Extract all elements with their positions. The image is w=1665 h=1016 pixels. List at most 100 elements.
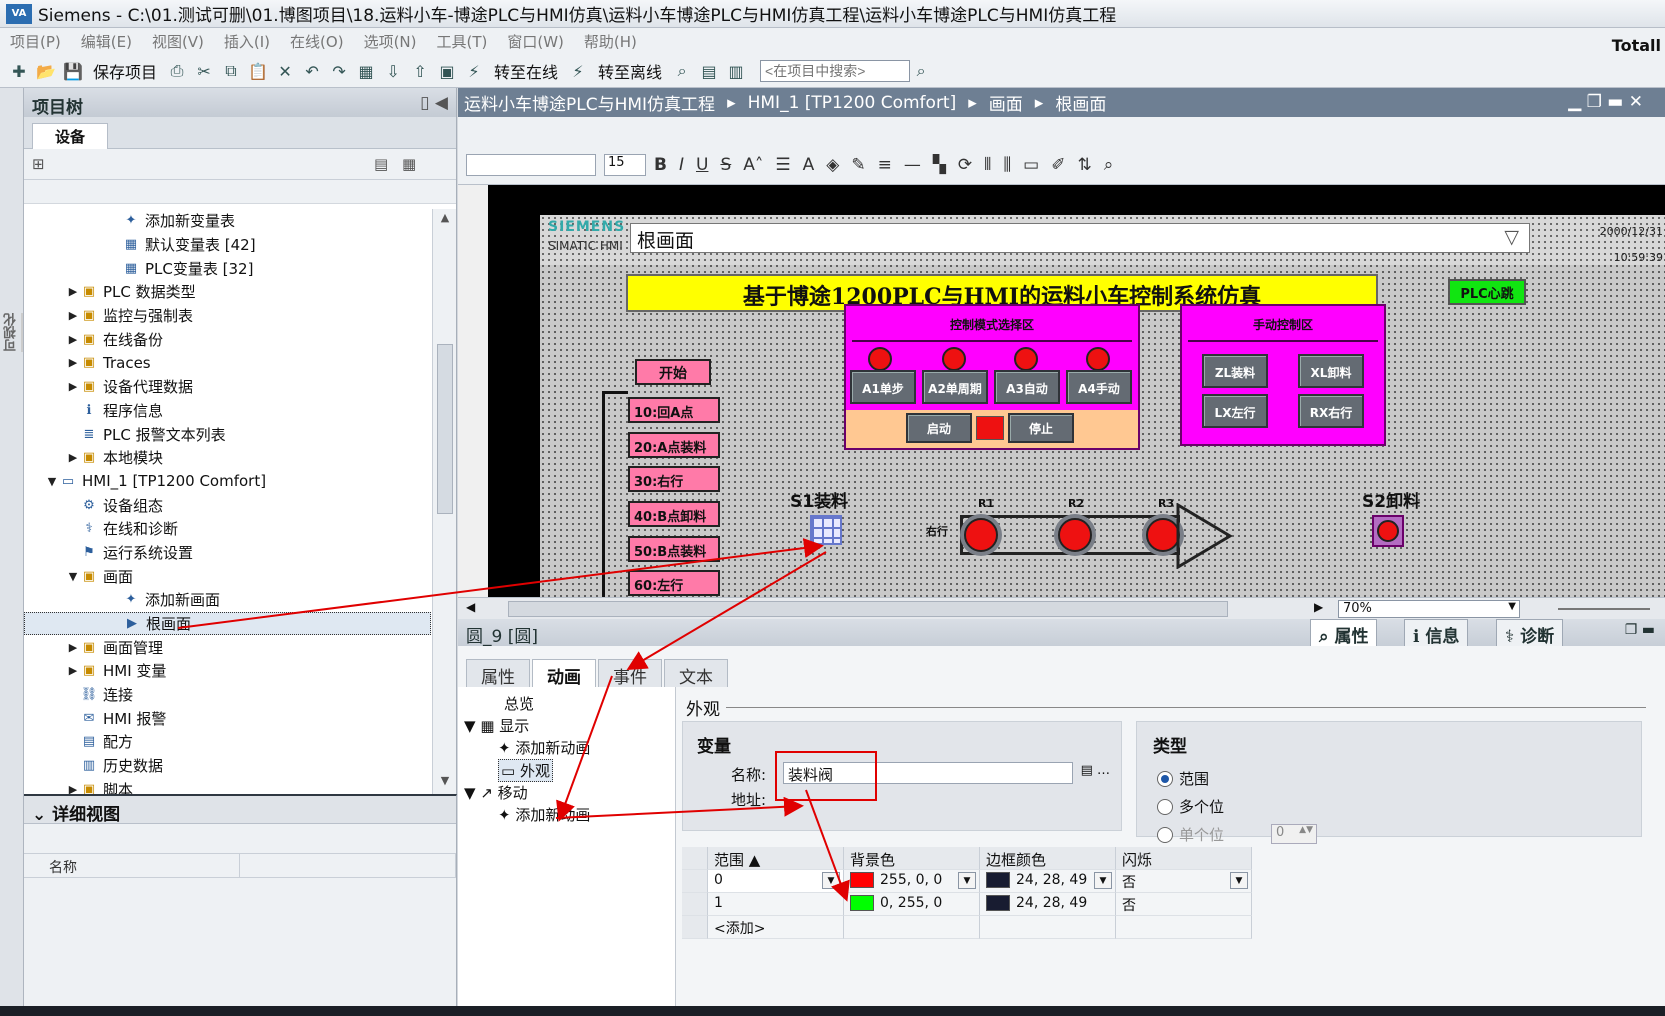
expand-arrow-icon[interactable]: ▶ — [66, 641, 80, 654]
row-selector[interactable] — [682, 916, 708, 939]
paste-icon[interactable]: 📋 — [247, 59, 269, 83]
tree-item[interactable]: ✦ 添加新变量表 — [24, 209, 431, 233]
hmi-root-screen[interactable]: SIEMENS SIMATIC HMI 根画面 ▽ 2000/12/31 10:… — [540, 215, 1665, 597]
menu-help[interactable]: 帮助(H) — [584, 31, 637, 52]
format-painter-icon[interactable]: ✐ — [1051, 155, 1065, 175]
chevron-down-icon[interactable]: ▼ — [1094, 872, 1112, 889]
breadcrumb-device[interactable]: HMI_1 [TP1200 Comfort] — [748, 93, 957, 113]
chevron-down-icon[interactable]: ▼ — [1230, 872, 1248, 889]
tree-scrollbar[interactable]: ▲ ▼ — [432, 209, 456, 794]
tab-properties[interactable]: ⌕ 属性 — [1310, 619, 1378, 647]
compile-icon[interactable]: ▦ — [355, 59, 377, 83]
window-controls-icon[interactable]: ▁ ❐ ▬ ✕ — [1568, 92, 1643, 112]
expand-arrow-icon[interactable]: ▼ — [464, 717, 480, 735]
copy-icon[interactable]: ⧉ — [220, 59, 242, 83]
new-project-icon[interactable]: ✚ — [8, 59, 30, 83]
screen-editor-canvas[interactable]: SIEMENS SIMATIC HMI 根画面 ▽ 2000/12/31 10:… — [458, 185, 1665, 597]
step-40[interactable]: 40:B点卸料 — [628, 501, 720, 527]
menu-insert[interactable]: 插入(I) — [224, 31, 270, 52]
expand-arrow-icon[interactable]: ▼ — [45, 475, 59, 488]
tree-item[interactable]: ▦ 默认变量表 [42] — [24, 233, 431, 257]
expand-arrow-icon[interactable]: ▶ — [66, 333, 80, 346]
layer-icon[interactable]: ⇅ — [1077, 155, 1091, 175]
collapse-panel-icon[interactable]: ▯ ◀ — [420, 93, 448, 113]
canvas-hscrollbar[interactable]: ◀ ▶ 70% ▼ — [458, 597, 1665, 619]
nav-overview[interactable]: 总览 — [504, 693, 534, 714]
chevron-down-icon[interactable]: ▽ — [1504, 226, 1519, 248]
scroll-down-icon[interactable]: ▼ — [436, 774, 454, 792]
nav-add-animation-move[interactable]: ✦ 添加新动画 — [498, 804, 590, 825]
print-icon[interactable]: ⎙ — [166, 59, 188, 83]
accessible-devices-icon[interactable]: ⌕ — [671, 59, 693, 83]
tab-diagnostics[interactable]: ⚕ 诊断 — [1496, 619, 1564, 647]
font-color-icon[interactable]: A — [803, 155, 815, 175]
mode-lamp-a2[interactable] — [942, 347, 966, 371]
align-icon[interactable]: ☰ — [775, 155, 790, 175]
expand-arrow-icon[interactable]: ▶ — [66, 451, 80, 464]
same-size-icon[interactable]: ▭ — [1023, 155, 1039, 175]
menu-view[interactable]: 视图(V) — [152, 31, 204, 52]
tree-item[interactable]: ▼ ▣ 画面 — [24, 564, 431, 588]
tree-item[interactable]: ▼ ▭ HMI_1 [TP1200 Comfort] — [24, 470, 431, 494]
nav-display[interactable]: ▼ ▦ 显示 — [464, 715, 529, 736]
mode-a2-button[interactable]: A2单周期 — [922, 370, 988, 404]
range-cell[interactable]: 0 ▼ — [708, 870, 844, 893]
expand-arrow-icon[interactable]: ▼ — [66, 570, 80, 583]
nav-movement[interactable]: ▼ ↗ 移动 — [464, 782, 528, 803]
go-online-icon[interactable]: ⚡ — [463, 59, 485, 83]
screen-name-field[interactable]: 根画面 ▽ — [630, 223, 1530, 253]
tree-item[interactable]: ℹ 程序信息 — [24, 399, 431, 423]
tree-item[interactable]: ▶ ▣ PLC 数据类型 — [24, 280, 431, 304]
zoom-slider[interactable] — [1558, 608, 1650, 610]
save-icon[interactable]: 💾 — [62, 59, 84, 83]
step-20[interactable]: 20:A点装料 — [628, 432, 720, 458]
tree-item[interactable]: ▶ ▣ Traces — [24, 351, 431, 375]
tab-info[interactable]: ℹ 信息 — [1404, 619, 1469, 647]
split-vertical-icon[interactable]: ▥ — [725, 59, 747, 83]
start-button[interactable]: 启动 — [906, 413, 972, 443]
new-folder-icon[interactable]: ⊞ — [32, 155, 45, 173]
tree-item[interactable]: ⚕ 在线和诊断 — [24, 517, 431, 541]
type-singlebit-radio[interactable]: 单个位 — [1157, 824, 1224, 845]
list-view-icon[interactable]: ▤ — [374, 155, 388, 173]
tree-item[interactable]: ▶ ▣ 在线备份 — [24, 327, 431, 351]
nav-add-animation-display[interactable]: ✦ 添加新动画 — [498, 737, 590, 758]
scroll-left-icon[interactable]: ◀ — [466, 600, 475, 614]
single-bit-spinner[interactable]: 0 ▲▼ — [1271, 824, 1317, 844]
tree-item[interactable]: ✉ HMI 报警 — [24, 706, 431, 730]
expand-arrow-icon[interactable]: ▶ — [66, 356, 80, 369]
mode-a4-button[interactable]: A4手动 — [1066, 370, 1132, 404]
tree-item[interactable]: ▶ ▣ 设备代理数据 — [24, 375, 431, 399]
s2-unload-lamp[interactable] — [1372, 515, 1404, 547]
breadcrumb-screens[interactable]: 画面 — [989, 90, 1023, 115]
s1-load-valve-circle[interactable] — [810, 515, 842, 545]
italic-icon[interactable]: I — [679, 155, 684, 175]
subtab-events[interactable]: 事件 — [598, 659, 662, 688]
line-width-icon[interactable]: ≡ — [878, 155, 892, 175]
zoom-area-icon[interactable]: ⌕ — [1104, 155, 1114, 175]
details-view-header[interactable]: ⌄ 详细视图 — [24, 796, 456, 825]
go-online-button[interactable]: 转至在线 — [490, 59, 562, 83]
download-icon[interactable]: ⇩ — [382, 59, 404, 83]
menu-tools[interactable]: 工具(T) — [437, 31, 488, 52]
line-style-icon[interactable]: — — [904, 155, 921, 175]
blink-cell[interactable]: 否 ▼ — [1116, 870, 1252, 893]
bg-color-cell[interactable]: 0, 255, 0 — [844, 893, 980, 916]
align-bottom-icon[interactable]: ⫼ — [1003, 155, 1011, 175]
details-col-name[interactable]: 名称 — [24, 854, 240, 877]
stop-button[interactable]: 停止 — [1008, 413, 1074, 443]
menu-window[interactable]: 窗口(W) — [507, 31, 564, 52]
bg-color-cell[interactable]: 255, 0, 0 ▼ — [844, 870, 980, 893]
distribute-icon[interactable]: ⫴ — [984, 155, 991, 175]
arrange-icon[interactable]: ▚ — [933, 155, 946, 175]
chevron-down-icon[interactable]: ▼ — [822, 872, 840, 889]
position-lamp-r1[interactable] — [964, 518, 998, 552]
zoom-select[interactable]: 70% ▼ — [1338, 600, 1520, 618]
type-range-radio[interactable]: 范围 — [1157, 768, 1209, 789]
expand-arrow-icon[interactable]: ▶ — [66, 783, 80, 794]
step-10[interactable]: 10:回A点 — [628, 397, 720, 423]
menu-edit[interactable]: 编辑(E) — [81, 31, 132, 52]
tree-item[interactable]: ≣ PLC 报警文本列表 — [24, 422, 431, 446]
col-background[interactable]: 背景色 — [844, 847, 980, 870]
position-lamp-r2[interactable] — [1058, 518, 1092, 552]
